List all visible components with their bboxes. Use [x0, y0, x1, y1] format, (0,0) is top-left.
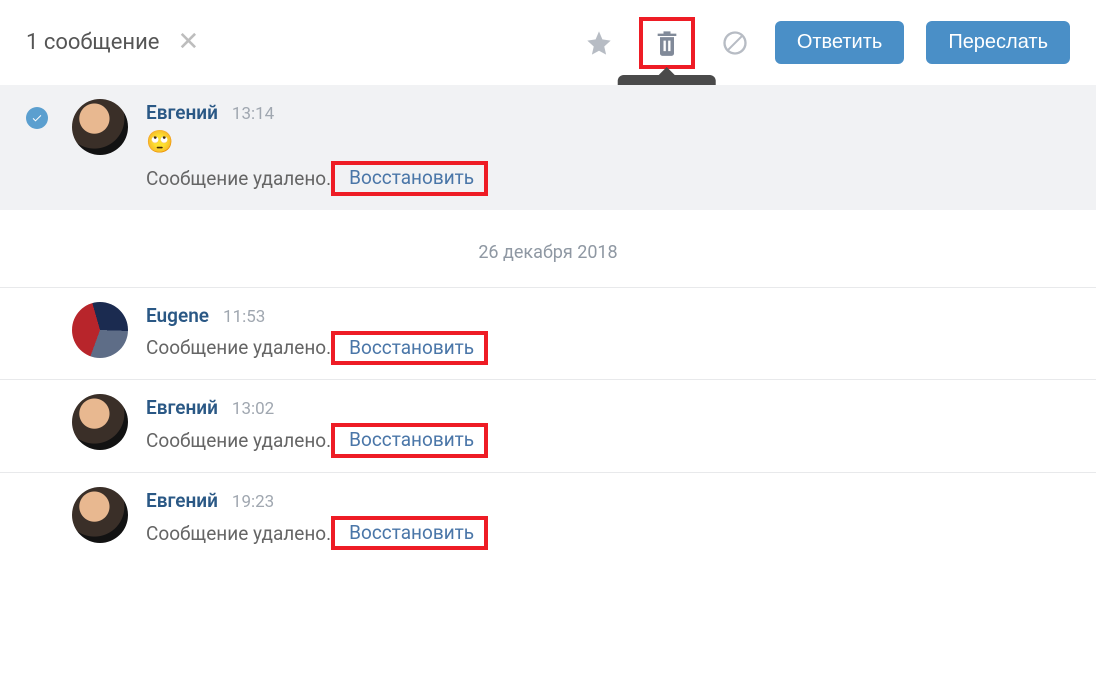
block-icon[interactable]: [717, 25, 753, 61]
message-time: 13:14: [232, 104, 274, 124]
message-row[interactable]: Евгений 13:14 🙄 Сообщение удалено. Восст…: [0, 85, 1096, 210]
message-body: Eugene 11:53 Сообщение удалено. Восстано…: [146, 302, 1070, 366]
date-separator: 26 декабря 2018: [0, 210, 1096, 287]
avatar[interactable]: [72, 394, 128, 450]
author-name[interactable]: Евгений: [146, 396, 218, 419]
message-emoji: 🙄: [146, 130, 1070, 155]
restore-link[interactable]: Восстановить: [343, 426, 480, 453]
trash-icon[interactable]: [649, 25, 685, 61]
avatar[interactable]: [72, 99, 128, 155]
check-icon[interactable]: [26, 107, 48, 129]
star-icon[interactable]: [581, 25, 617, 61]
restore-link[interactable]: Восстановить: [343, 164, 480, 191]
message-time: 19:23: [232, 492, 274, 512]
message-row[interactable]: Евгений 13:02 Сообщение удалено. Восстан…: [0, 379, 1096, 472]
delete-button-highlight: Удалить: [639, 17, 695, 69]
avatar[interactable]: [72, 487, 128, 543]
restore-link[interactable]: Восстановить: [343, 334, 480, 361]
message-time: 13:02: [232, 399, 274, 419]
restore-link[interactable]: Восстановить: [343, 519, 480, 546]
restore-highlight: Восстановить: [331, 161, 488, 196]
author-name[interactable]: Евгений: [146, 101, 218, 124]
forward-button[interactable]: Переслать: [926, 21, 1070, 64]
avatar[interactable]: [72, 302, 128, 358]
message-body: Евгений 13:02 Сообщение удалено. Восстан…: [146, 394, 1070, 458]
restore-highlight: Восстановить: [331, 331, 488, 366]
reply-button[interactable]: Ответить: [775, 21, 905, 64]
deleted-text: Сообщение удалено.: [146, 336, 331, 359]
selection-actions: Удалить Ответить Переслать: [581, 0, 1070, 85]
author-name[interactable]: Евгений: [146, 489, 218, 512]
close-icon[interactable]: ✕: [177, 27, 199, 57]
message-time: 11:53: [223, 307, 265, 327]
author-name[interactable]: Eugene: [146, 304, 209, 327]
deleted-text: Сообщение удалено.: [146, 522, 331, 545]
deleted-text: Сообщение удалено.: [146, 167, 331, 190]
selection-count: 1 сообщение: [26, 30, 159, 55]
message-row[interactable]: Eugene 11:53 Сообщение удалено. Восстано…: [0, 287, 1096, 380]
selection-header: 1 сообщение ✕ Удалить Ответить Переслать: [0, 0, 1096, 85]
message-row[interactable]: Евгений 19:23 Сообщение удалено. Восстан…: [0, 472, 1096, 565]
deleted-text: Сообщение удалено.: [146, 429, 331, 452]
restore-highlight: Восстановить: [331, 516, 488, 551]
message-body: Евгений 19:23 Сообщение удалено. Восстан…: [146, 487, 1070, 551]
message-body: Евгений 13:14 🙄 Сообщение удалено. Восст…: [146, 99, 1070, 196]
restore-highlight: Восстановить: [331, 423, 488, 458]
